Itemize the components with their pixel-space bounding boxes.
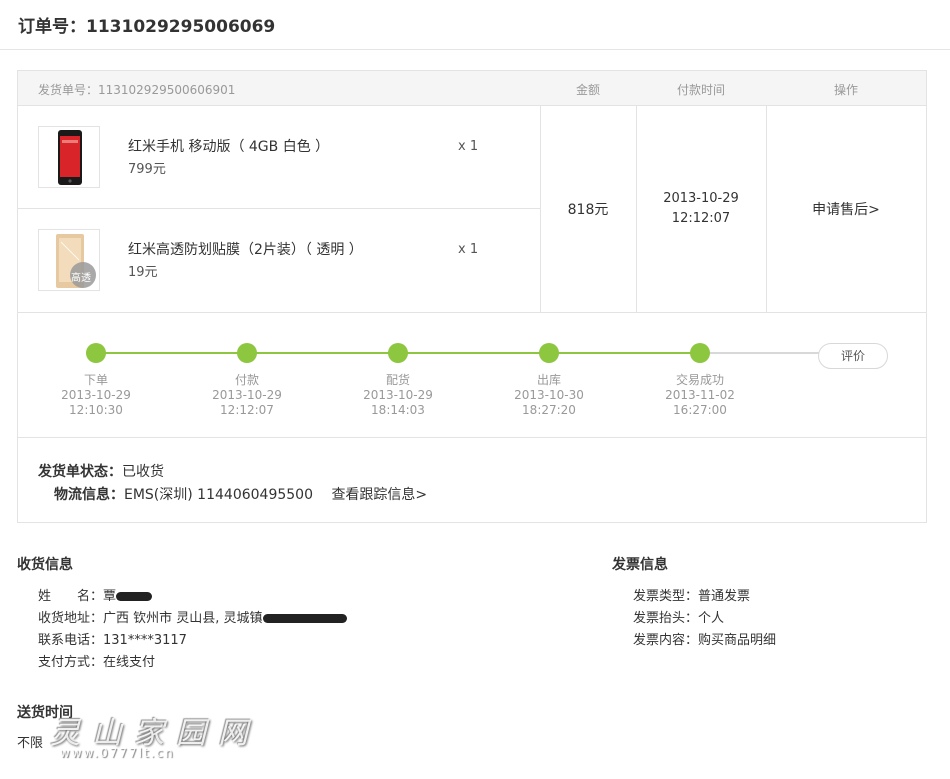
payment-clock: 12:12:07 [671, 211, 731, 226]
step-label: 下单 [83, 373, 108, 387]
step-dot-icon [690, 343, 710, 363]
invoice-type: 普通发票 [698, 589, 751, 604]
product-quantity: x 1 [458, 242, 479, 257]
step-dot-icon [86, 343, 106, 363]
step-dot-icon [388, 343, 408, 363]
product-badge: 高透 [71, 273, 91, 284]
order-number: 订单号：1131029295006069 [18, 17, 276, 37]
step-label: 出库 [536, 373, 561, 387]
step-label: 配货 [385, 373, 410, 387]
invoice-content-row: 发票内容：购买商品明细 [633, 633, 777, 648]
column-action: 操作 [833, 83, 858, 97]
product-list: 红米手机 移动版（ 4GB 白色 ） 799元 x 1 高透 红米高透防划贴膜（… [18, 106, 540, 312]
step-label: 付款 [234, 373, 259, 387]
table-header: 发货单号：1131029295006069​01 金额 付款时间 操作 [18, 71, 926, 106]
redaction-mark [262, 614, 347, 623]
product-name[interactable]: 红米手机 移动版（ 4GB 白色 ） [128, 136, 329, 156]
step-time: 16:27:00 [673, 403, 727, 417]
product-name[interactable]: 红米高透防划贴膜（2片装）（ 透明 ） [128, 239, 363, 259]
shipping-status: 发货单状态：已收货 物流信息：EMS(深圳) 1144060495500 查看跟… [18, 439, 926, 522]
logistics-value: EMS(深圳) 1144060495500 [124, 487, 313, 503]
step-date: 2013-10-30 [514, 388, 584, 402]
step-dot-icon [539, 343, 559, 363]
product-price: 799元 [128, 162, 166, 177]
progress-step: 下单 2013-10-29 12:10:30 [46, 343, 146, 418]
receiver-name-row: 姓 名：覃 [38, 585, 153, 604]
progress-step: 交易成功 2013-11-02 16:27:00 [650, 343, 750, 418]
shipment-number: 发货单号：1131029295006069​01 [38, 83, 236, 97]
payment-method: 在线支付 [103, 655, 156, 670]
receiver-address: 广西 钦州市 灵山县, 灵城镇 [103, 611, 263, 626]
shipment-status-row: 发货单状态：已收货 [38, 464, 164, 480]
progress-step: 出库 2013-10-30 18:27:20 [499, 343, 599, 418]
delivery-time-value: 不限 [17, 736, 44, 751]
invoice-head: 个人 [698, 611, 725, 626]
step-date: 2013-10-29 [61, 388, 131, 402]
product-quantity: x 1 [458, 139, 479, 154]
screen-film-thumbnail[interactable]: 高透 [38, 229, 100, 291]
column-pay-time: 付款时间 [676, 83, 725, 97]
invoice-info-title: 发票信息 [612, 557, 668, 573]
receiver-phone-row: 联系电话：131****3117 [38, 633, 187, 648]
order-header: 订单号：1131029295006069 [0, 0, 950, 50]
tracking-link[interactable]: 查看跟踪信息> [331, 487, 427, 503]
receiver-address-row: 收货地址：广西 钦州市 灵山县, 灵城镇 [38, 607, 347, 626]
order-amount: 818元 [567, 202, 609, 218]
after-sales-link[interactable]: 申请售后> [766, 199, 926, 219]
redaction-mark [116, 592, 153, 601]
shipment-status-value: 已收货 [122, 464, 164, 480]
step-time: 12:12:07 [220, 403, 274, 417]
progress-step: 付款 2013-10-29 12:12:07 [197, 343, 297, 418]
review-button[interactable]: 评价 [818, 343, 888, 369]
column-amount: 金额 [575, 83, 600, 97]
step-time: 12:10:30 [69, 403, 123, 417]
step-date: 2013-11-02 [665, 388, 735, 402]
receiver-name: 覃 [103, 589, 117, 604]
invoice-type-row: 发票类型：普通发票 [633, 589, 751, 604]
payment-date: 2013-10-29 [663, 191, 739, 206]
phone-thumbnail[interactable] [38, 126, 100, 188]
site-watermark-url: www.0777lt.cn [60, 746, 175, 760]
step-time: 18:27:20 [522, 403, 576, 417]
invoice-head-row: 发票抬头：个人 [633, 611, 725, 626]
step-time: 18:14:03 [371, 403, 425, 417]
product-row: 红米手机 移动版（ 4GB 白色 ） 799元 x 1 [18, 106, 540, 209]
product-row: 高透 红米高透防划贴膜（2片装）（ 透明 ） 19元 x 1 [18, 209, 540, 312]
logistics-row: 物流信息：EMS(深圳) 1144060495500 查看跟踪信息> [54, 487, 428, 503]
receiver-phone: 131****3117 [103, 633, 187, 648]
step-date: 2013-10-29 [363, 388, 433, 402]
order-progress: 下单 2013-10-29 12:10:30 付款 2013-10-29 12:… [18, 312, 926, 438]
order-detail-box: 发货单号：1131029295006069​01 金额 付款时间 操作 红米手机… [17, 70, 927, 523]
payment-time: 2013-10-29 12:12:07 [636, 189, 766, 229]
step-dot-icon [237, 343, 257, 363]
receiver-info-title: 收货信息 [17, 557, 73, 573]
progress-step: 配货 2013-10-29 18:14:03 [348, 343, 448, 418]
step-label: 交易成功 [675, 373, 724, 387]
step-date: 2013-10-29 [212, 388, 282, 402]
payment-method-row: 支付方式：在线支付 [38, 655, 156, 670]
invoice-content: 购买商品明细 [698, 633, 777, 648]
product-price: 19元 [128, 265, 158, 280]
